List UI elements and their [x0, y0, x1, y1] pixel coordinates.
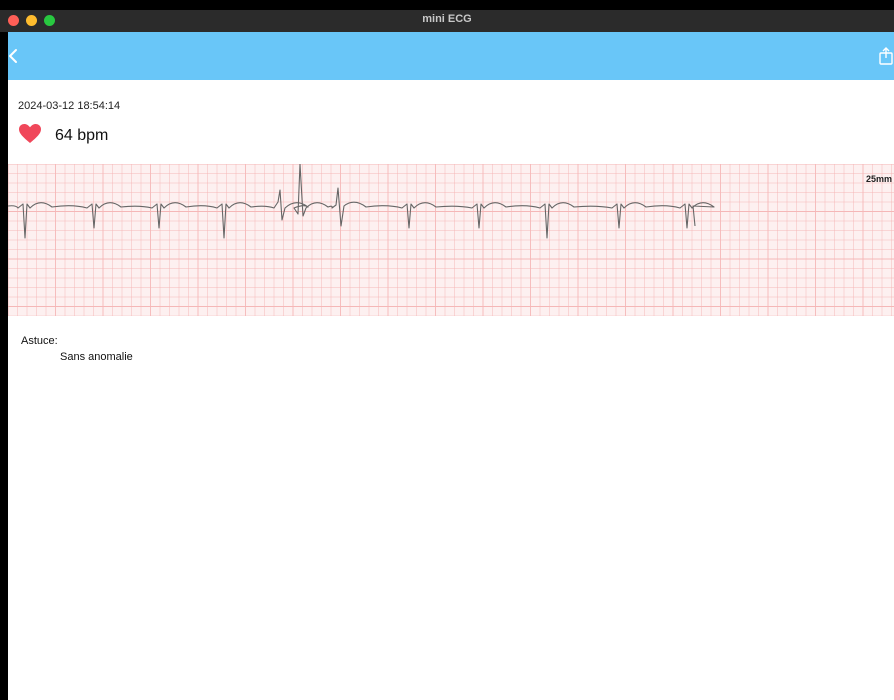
ecg-scale-label: 25mm — [866, 174, 893, 184]
navigation-bar — [8, 32, 894, 80]
tip-label: Astuce: — [21, 335, 58, 347]
app-window: mini ECG 2024-03-12 18:54:14 64 bpm 25mm… — [0, 0, 894, 700]
heart-rate-value: 64 bpm — [55, 127, 109, 144]
ecg-chart — [8, 164, 894, 316]
tip-value: Sans anomalie — [60, 351, 133, 363]
chevron-left-icon[interactable] — [8, 46, 28, 66]
window-title: mini ECG — [422, 13, 472, 25]
main-content: 2024-03-12 18:54:14 64 bpm 25mm Astuce: … — [8, 32, 894, 700]
share-icon[interactable] — [878, 46, 894, 66]
title-bar: mini ECG — [0, 10, 894, 32]
heart-icon — [19, 124, 41, 143]
record-timestamp: 2024-03-12 18:54:14 — [18, 100, 121, 112]
